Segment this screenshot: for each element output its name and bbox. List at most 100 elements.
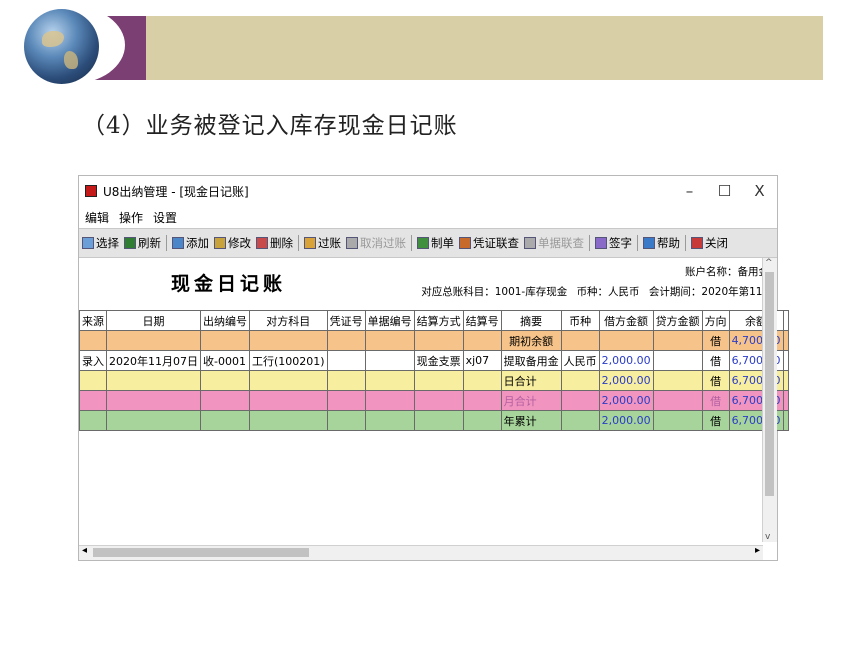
scroll-left-icon[interactable]: ◂	[82, 545, 87, 556]
table-cell[interactable]	[326, 330, 366, 351]
scroll-up-icon[interactable]: ^	[765, 258, 773, 268]
table-cell[interactable]	[462, 330, 502, 351]
horizontal-scrollbar[interactable]: ◂ ▸	[79, 545, 763, 560]
table-cell[interactable]	[326, 410, 366, 431]
table-cell[interactable]: 期初余额	[500, 330, 562, 351]
column-header[interactable]: 对方科目	[249, 310, 328, 331]
table-cell[interactable]: 2020年11月07日	[106, 350, 201, 371]
column-header[interactable]: 出纳编号	[200, 310, 250, 331]
table-cell[interactable]	[249, 330, 328, 351]
table-cell[interactable]: 月合计	[500, 390, 562, 411]
maximize-button[interactable]: ☐	[707, 182, 742, 200]
column-header[interactable]: 日期	[106, 310, 201, 331]
table-cell[interactable]: 借	[701, 390, 730, 411]
table-cell[interactable]: 2,000.00	[598, 410, 654, 431]
table-row[interactable]: 年累计 2,000.00 借 6,700.00	[79, 410, 789, 431]
table-cell[interactable]	[200, 410, 250, 431]
table-row[interactable]: 月合计 2,000.00 借 6,700.00	[79, 390, 789, 411]
menu-settings[interactable]: 设置	[153, 209, 177, 226]
table-cell[interactable]	[560, 370, 600, 391]
table-cell[interactable]	[79, 330, 107, 351]
table-cell[interactable]	[652, 350, 703, 371]
toolbar-help-button[interactable]: 帮助	[643, 235, 680, 251]
table-cell[interactable]	[106, 330, 201, 351]
column-header[interactable]: 借方金额	[598, 310, 654, 331]
table-cell[interactable]: 2,000.00	[598, 370, 654, 391]
close-window-button[interactable]: X	[742, 182, 777, 200]
table-cell[interactable]	[106, 390, 201, 411]
table-cell[interactable]: 借	[701, 410, 730, 431]
table-cell[interactable]	[413, 410, 464, 431]
table-cell[interactable]	[652, 370, 703, 391]
table-cell[interactable]	[106, 370, 201, 391]
table-cell[interactable]	[560, 330, 600, 351]
table-cell[interactable]	[652, 390, 703, 411]
table-cell[interactable]	[249, 390, 328, 411]
table-cell[interactable]	[364, 330, 415, 351]
table-cell[interactable]: 借	[701, 370, 730, 391]
table-cell[interactable]	[200, 390, 250, 411]
table-cell[interactable]	[598, 330, 654, 351]
toolbar-close-button[interactable]: 关闭	[691, 235, 728, 251]
table-row[interactable]: 期初余额借 4,700.00	[79, 330, 789, 351]
table-cell[interactable]: 录入	[79, 350, 107, 371]
column-header[interactable]: 摘要	[500, 310, 562, 331]
column-header[interactable]: 结算号	[462, 310, 502, 331]
table-cell[interactable]	[413, 370, 464, 391]
table-cell[interactable]: 现金支票	[413, 350, 464, 371]
table-row[interactable]: 录入 2020年11月07日 收-0001 工行(100201) 现金支票 xj07 提取备…	[79, 350, 789, 371]
table-cell[interactable]	[652, 410, 703, 431]
column-header[interactable]: 币种	[560, 310, 600, 331]
table-row[interactable]: 日合计 2,000.00 借 6,700.00	[79, 370, 789, 391]
table-cell[interactable]	[652, 330, 703, 351]
table-cell[interactable]	[106, 410, 201, 431]
table-cell[interactable]: 年累计	[500, 410, 562, 431]
table-cell[interactable]	[364, 370, 415, 391]
table-cell[interactable]	[326, 350, 366, 371]
scroll-right-icon[interactable]: ▸	[755, 545, 760, 556]
table-cell[interactable]	[462, 390, 502, 411]
table-cell[interactable]	[249, 410, 328, 431]
scroll-down-icon[interactable]: v	[765, 532, 770, 542]
table-cell[interactable]	[462, 370, 502, 391]
toolbar-select-button[interactable]: 选择	[82, 235, 119, 251]
table-cell[interactable]: 人民币	[560, 350, 600, 371]
column-header[interactable]: 结算方式	[413, 310, 464, 331]
column-header[interactable]: 单据编号	[364, 310, 415, 331]
table-cell[interactable]: 提取备用金	[500, 350, 562, 371]
toolbar-delete-button[interactable]: 删除	[256, 235, 293, 251]
table-cell[interactable]: 借	[701, 330, 730, 351]
table-cell[interactable]	[326, 370, 366, 391]
table-cell[interactable]	[79, 410, 107, 431]
table-cell[interactable]: 2,000.00	[598, 390, 654, 411]
column-header[interactable]: 贷方金额	[652, 310, 703, 331]
vertical-scrollbar[interactable]: ^ v	[762, 258, 777, 542]
table-cell[interactable]: 日合计	[500, 370, 562, 391]
column-header[interactable]: 凭证号	[326, 310, 366, 331]
toolbar-voucher-button[interactable]: 制单	[417, 235, 454, 251]
table-cell[interactable]	[326, 390, 366, 411]
menu-edit[interactable]: 编辑	[85, 209, 109, 226]
toolbar-add-button[interactable]: 添加	[172, 235, 209, 251]
column-header[interactable]: 来源	[79, 310, 107, 331]
table-cell[interactable]	[79, 370, 107, 391]
table-cell[interactable]: 工行(100201)	[249, 350, 328, 371]
table-cell[interactable]: xj07	[462, 350, 502, 371]
vertical-scroll-thumb[interactable]	[765, 272, 774, 496]
table-cell[interactable]: 借	[701, 350, 730, 371]
table-cell[interactable]: 2,000.00	[598, 350, 654, 371]
table-cell[interactable]: 收-0001	[200, 350, 250, 371]
toolbar-edit-button[interactable]: 修改	[214, 235, 251, 251]
menu-operation[interactable]: 操作	[119, 209, 143, 226]
toolbar-refresh-button[interactable]: 刷新	[124, 235, 161, 251]
toolbar-post-button[interactable]: 过账	[304, 235, 341, 251]
toolbar-voucher-query-button[interactable]: 凭证联查	[459, 235, 519, 251]
toolbar-unpost-button[interactable]: 取消过账	[346, 235, 406, 251]
horizontal-scroll-thumb[interactable]	[93, 548, 309, 557]
table-cell[interactable]	[560, 410, 600, 431]
table-cell[interactable]	[413, 330, 464, 351]
table-cell[interactable]	[364, 390, 415, 411]
column-header[interactable]: 方向	[701, 310, 730, 331]
table-cell[interactable]	[79, 390, 107, 411]
table-cell[interactable]	[413, 390, 464, 411]
